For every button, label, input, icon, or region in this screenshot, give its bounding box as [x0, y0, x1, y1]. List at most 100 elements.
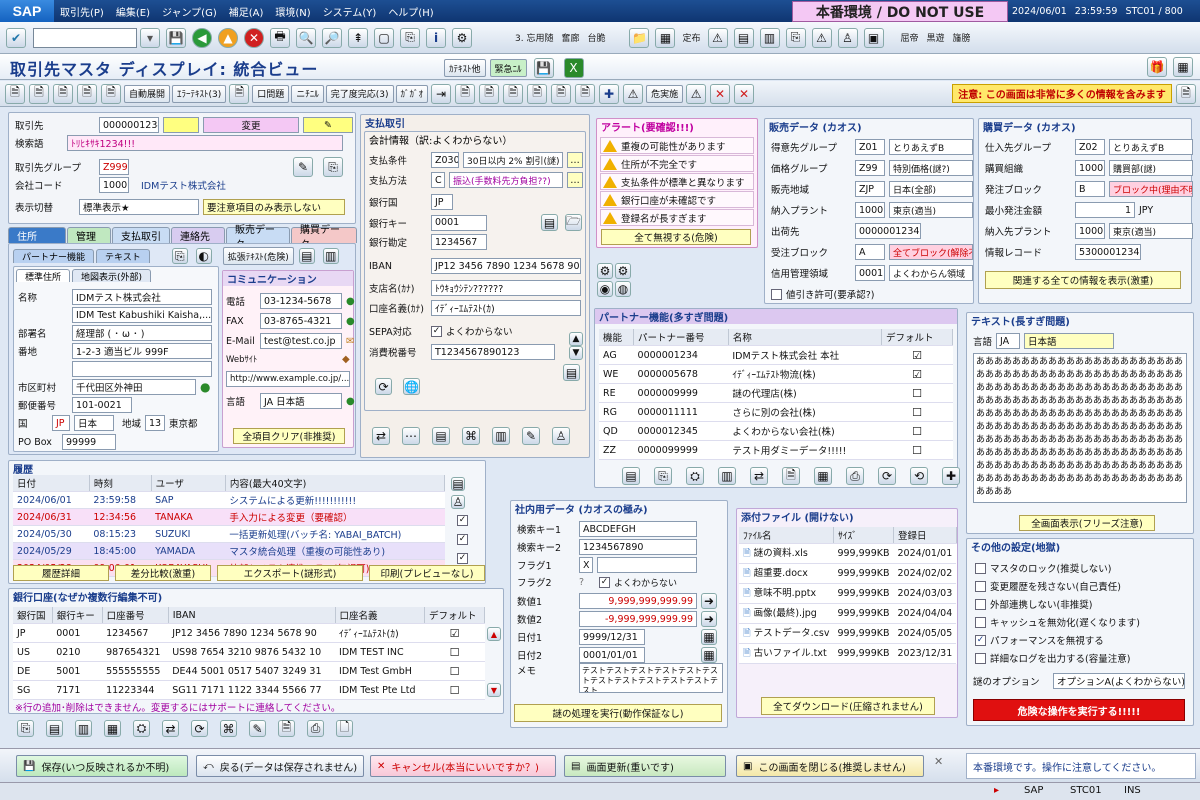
alert-icon[interactable]: ⚠ — [811, 27, 832, 48]
mail-icon[interactable]: ✉ — [346, 336, 354, 347]
menu-partner[interactable]: 取引先(P) — [54, 4, 110, 19]
hist-icon-2[interactable]: ♙ — [451, 495, 465, 509]
layout-icon[interactable]: ▣ — [863, 27, 884, 48]
search-field[interactable]: ﾄﾘﾋｷｻｷ1234!!! — [67, 135, 343, 151]
num2-arrow-icon[interactable]: ➜ — [701, 611, 717, 627]
payment-icon-b[interactable]: 🌐 — [403, 378, 420, 395]
back-icon[interactable]: ◀ — [192, 27, 212, 48]
tb2-warning-icon[interactable]: ⚠ — [623, 83, 644, 104]
bank-scroll-up-icon[interactable]: ▲ — [487, 627, 501, 641]
bank-row[interactable]: JP 0001 1234567 JP12 3456 7890 1234 5678 90… — [13, 623, 485, 643]
internal-row-extra[interactable] — [597, 557, 697, 573]
bank-col-header[interactable]: IBAN — [168, 607, 336, 624]
history-col-header[interactable]: 時刻 — [89, 475, 152, 492]
tb2-danger-execute-button[interactable]: 危実施 — [646, 84, 684, 103]
sales-row-code[interactable]: ZJP — [855, 181, 885, 197]
new-session-icon[interactable]: ▢ — [374, 27, 394, 48]
city-globe-icon[interactable]: ● — [200, 380, 210, 394]
history-detail-button[interactable]: 履歴詳細 — [13, 565, 109, 581]
history-icon[interactable]: ▾ — [140, 27, 160, 48]
side-icon-1[interactable]: ⚙ — [597, 263, 613, 279]
print-icon[interactable]: 🖶 — [270, 27, 290, 48]
tab-admin[interactable]: 管理 — [67, 227, 111, 243]
subtab-partner-function[interactable]: パートナー機能 — [13, 249, 95, 263]
ext-text-button[interactable]: 拡張ﾃｷｽﾄ(危険) — [222, 247, 294, 265]
header-copy-icon[interactable]: ⎘ — [323, 157, 343, 177]
side-icon-2[interactable]: ⚙ — [615, 263, 631, 279]
bank-row-icon-4[interactable]: ▦ — [104, 720, 121, 737]
subtab-text[interactable]: テキスト — [96, 249, 150, 263]
tb2-icon-3[interactable]: 🗎 — [53, 83, 73, 104]
show-related-button[interactable]: 関連する全ての情報を表示(激重) — [985, 271, 1181, 289]
side-icon-4[interactable]: ◍ — [615, 281, 631, 297]
bank-row-icon-9[interactable]: ✎ — [249, 720, 266, 737]
memo-field[interactable]: テストテストテストテストテストテストテストテストテストテストテストテスト — [579, 663, 723, 693]
date2-calendar-icon[interactable]: ▦ — [701, 647, 717, 663]
internal-row-field[interactable]: 1234567890 — [579, 539, 697, 555]
bank-row-icon-5[interactable]: ⛭ — [133, 720, 150, 737]
discount-checkbox[interactable] — [771, 288, 782, 300]
status-indicator-icon[interactable]: ▸ — [994, 785, 999, 796]
date1-field[interactable]: 9999/12/31 — [579, 629, 645, 645]
table-icon[interactable]: ▦ — [655, 27, 676, 48]
partner-col-header[interactable]: 名称 — [728, 329, 883, 346]
region-field[interactable]: 13 — [145, 415, 166, 431]
warning-icon[interactable]: ⚠ — [707, 27, 728, 48]
customize-icon[interactable]: ⚙ — [452, 27, 472, 48]
tb2-icon-8[interactable]: 🗎 — [455, 83, 476, 104]
shortcut-icon[interactable]: ⎘ — [400, 27, 420, 48]
tb2-icon-9[interactable]: 🗎 — [479, 83, 500, 104]
purchase-row-code[interactable]: B — [1075, 181, 1105, 197]
bank-row-icon-2[interactable]: ▤ — [46, 720, 63, 737]
bank-row-icon-10[interactable]: 🗎 — [278, 720, 295, 737]
addrtab-map[interactable]: 地図表示(外部) — [72, 269, 152, 283]
purchase-row-code[interactable]: Z02 — [1075, 139, 1105, 155]
partner-row[interactable]: ZZ 0000099999 テスト用ダミーデータ!!!!! ☐ — [599, 440, 953, 460]
bank-acct-field[interactable]: 1234567 — [431, 234, 487, 250]
file-row[interactable]: 🗎 テストデータ.csv 999,999KB 2024/05/05 — [739, 623, 957, 644]
bank-row-icon-12[interactable]: 🗋 — [336, 720, 353, 737]
subtab-icon-2[interactable]: ◐ — [195, 248, 212, 264]
menu-extras[interactable]: 補足(A) — [223, 4, 270, 19]
pf-icon-1[interactable]: ▤ — [622, 467, 640, 485]
tax-field[interactable]: T1234567890123 — [431, 344, 555, 360]
tb2-icon-5[interactable]: 🗎 — [101, 83, 121, 104]
date2-field[interactable]: 0001/01/01 — [579, 647, 645, 663]
setting-checkbox[interactable] — [975, 580, 986, 592]
tb2-plus-icon[interactable]: ✚ — [599, 83, 620, 104]
hist-check-1[interactable]: ✓ — [457, 515, 468, 526]
partner-col-header[interactable]: パートナー番号 — [633, 329, 729, 346]
bank-row-icon-11[interactable]: ⎙ — [307, 720, 324, 737]
exit-icon[interactable]: ▲ — [218, 27, 238, 48]
subtab-icon-4[interactable]: ▥ — [322, 248, 339, 264]
tb2-icon-13[interactable]: 🗎 — [575, 83, 596, 104]
tb2-right-doc-icon[interactable]: 🗎 — [1176, 84, 1196, 104]
pf-icon-10[interactable]: ⟲ — [910, 467, 928, 485]
mystery-process-button[interactable]: 謎の処理を実行(動作保証なし) — [514, 704, 722, 722]
tb2-icon-6[interactable]: 🗎 — [229, 83, 250, 104]
close-screen-button[interactable]: ▣ この画面を閉じる(推奨しません) — [736, 755, 924, 777]
view-filter-button[interactable]: 要注意項目のみ表示しない — [203, 199, 345, 215]
toolbar-label-4[interactable]: 定布 — [682, 31, 700, 44]
tab-purchase[interactable]: 購買データ — [291, 225, 357, 251]
person-icon[interactable]: ♙ — [837, 27, 858, 48]
save-icon[interactable]: 💾 — [166, 27, 186, 48]
flag2-help-icon[interactable]: ? — [579, 577, 595, 588]
history-row[interactable]: 2024/06/01 23:59:58 SAP システムによる更新!!!!!!!!!!… — [13, 491, 445, 509]
bank-detail-icon[interactable]: ▤ — [541, 214, 558, 231]
danger-button[interactable]: 危険な操作を実行する!!!!! — [973, 699, 1185, 721]
document2-icon[interactable]: ▥ — [759, 27, 780, 48]
company-field[interactable]: 1000 — [99, 177, 129, 193]
bank-row-icon-3[interactable]: ▥ — [75, 720, 92, 737]
bank-key-field[interactable]: 0001 — [431, 214, 487, 231]
holder-field[interactable]: ｲﾃﾞｨｰｴﾑﾃｽﾄ(ｶ) — [431, 300, 581, 316]
history-col-header[interactable]: ユーザ — [151, 475, 226, 492]
partner-row[interactable]: AG 0000001234 IDMテスト株式会社 本社 ☑ — [599, 345, 953, 365]
pay-row-icon-6[interactable]: ✎ — [522, 427, 540, 445]
tb2-icon-4[interactable]: 🗎 — [77, 83, 97, 104]
refresh-button[interactable]: ▤ 画面更新(重いです) — [564, 755, 726, 777]
setting-item[interactable]: キャッシュを無効化(遅くなります) — [975, 615, 1140, 629]
command-field[interactable] — [33, 27, 137, 48]
menu-goto[interactable]: ジャンプ(G) — [156, 4, 223, 19]
menu-help[interactable]: ヘルプ(H) — [382, 4, 439, 19]
